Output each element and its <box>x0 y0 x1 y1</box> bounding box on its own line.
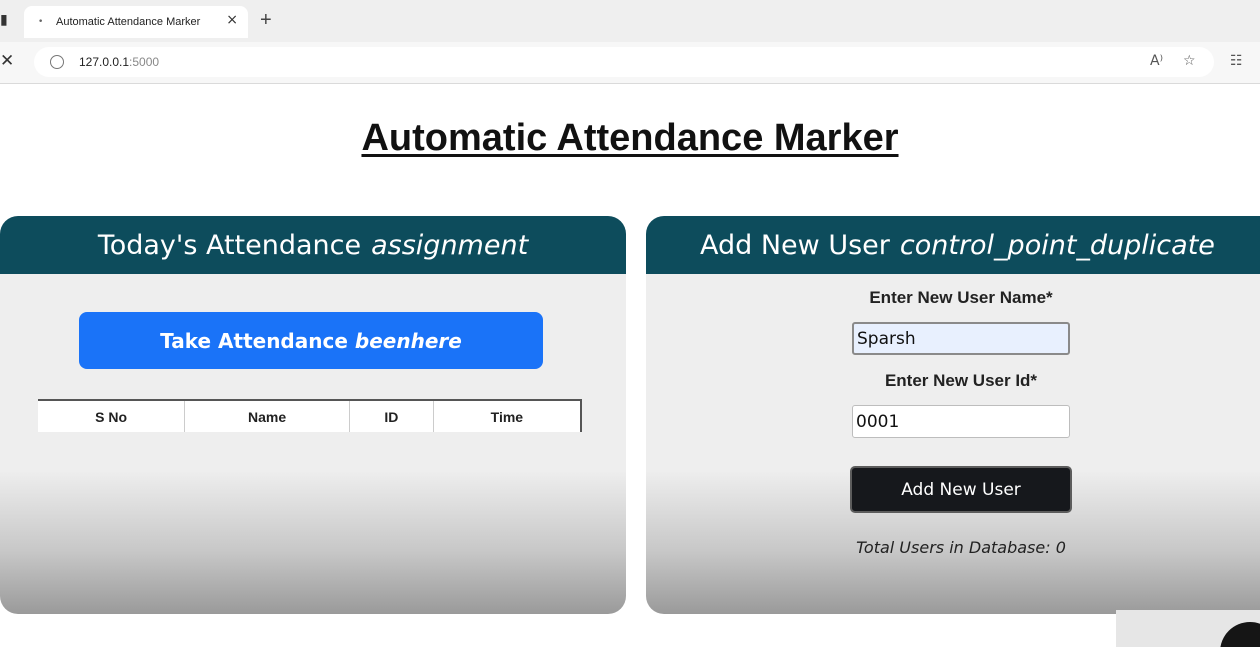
tab-favicon-icon: • <box>38 17 44 27</box>
address-bar[interactable]: 127.0.0.1:5000 <box>34 47 1214 77</box>
url-text[interactable]: 127.0.0.1:5000 <box>79 55 159 69</box>
column-header-sno: S No <box>95 408 128 425</box>
browser-tab-bar: ▮ • Automatic Attendance Marker × + <box>0 0 1260 42</box>
control-point-duplicate-icon: control_point_duplicate <box>899 229 1215 261</box>
total-users-text: Total Users in Database: 0 <box>856 538 1066 557</box>
add-user-card: Add New User control_point_duplicate Ent… <box>646 216 1260 614</box>
attendance-header-title: Today's Attendance <box>97 229 362 261</box>
attendance-card-header: Today's Attendance assignment <box>0 216 626 274</box>
user-id-label: Enter New User Id* <box>884 371 1038 390</box>
add-new-user-button[interactable]: Add New User <box>850 466 1072 513</box>
tab-title: Automatic Attendance Marker <box>56 16 201 28</box>
webcam-overlay <box>1116 610 1260 647</box>
address-bar-row: ✕ 127.0.0.1:5000 A⁾ ☆ ☷ <box>0 42 1260 84</box>
user-name-label: Enter New User Name* <box>869 288 1053 307</box>
window-menu-icon[interactable]: ▮ <box>0 12 8 28</box>
attendance-card: Today's Attendance assignment Take Atten… <box>0 216 626 614</box>
new-tab-icon[interactable]: + <box>260 9 272 32</box>
browser-tab[interactable]: • Automatic Attendance Marker × <box>24 6 248 38</box>
favorites-icon[interactable]: ☆ <box>1183 53 1196 69</box>
user-name-input[interactable] <box>852 322 1070 355</box>
stop-loading-icon[interactable]: ✕ <box>0 51 14 71</box>
add-user-card-header: Add New User control_point_duplicate <box>646 216 1260 274</box>
attendance-table: S No Name ID Time <box>38 399 582 432</box>
column-header-name: Name <box>184 400 350 432</box>
tab-close-icon[interactable]: × <box>226 12 238 28</box>
url-host: 127.0.0.1 <box>79 55 130 69</box>
beenhere-icon: beenhere <box>354 328 462 353</box>
attendance-table-header-row: S No Name ID Time <box>38 400 581 432</box>
take-attendance-label: Take Attendance <box>160 328 348 353</box>
read-aloud-icon[interactable]: A⁾ <box>1150 53 1163 69</box>
user-id-input[interactable] <box>852 405 1070 438</box>
collections-icon[interactable]: ☷ <box>1230 53 1243 69</box>
url-port: :5000 <box>129 55 160 69</box>
add-user-header-title: Add New User <box>700 229 890 261</box>
column-header-time: Time <box>432 400 581 432</box>
column-header-id: ID <box>348 400 434 432</box>
site-info-icon[interactable] <box>50 55 64 69</box>
assignment-icon: assignment <box>371 229 529 261</box>
take-attendance-button[interactable]: Take Attendance beenhere <box>79 312 543 369</box>
page-title: Automatic Attendance Marker <box>361 117 899 159</box>
